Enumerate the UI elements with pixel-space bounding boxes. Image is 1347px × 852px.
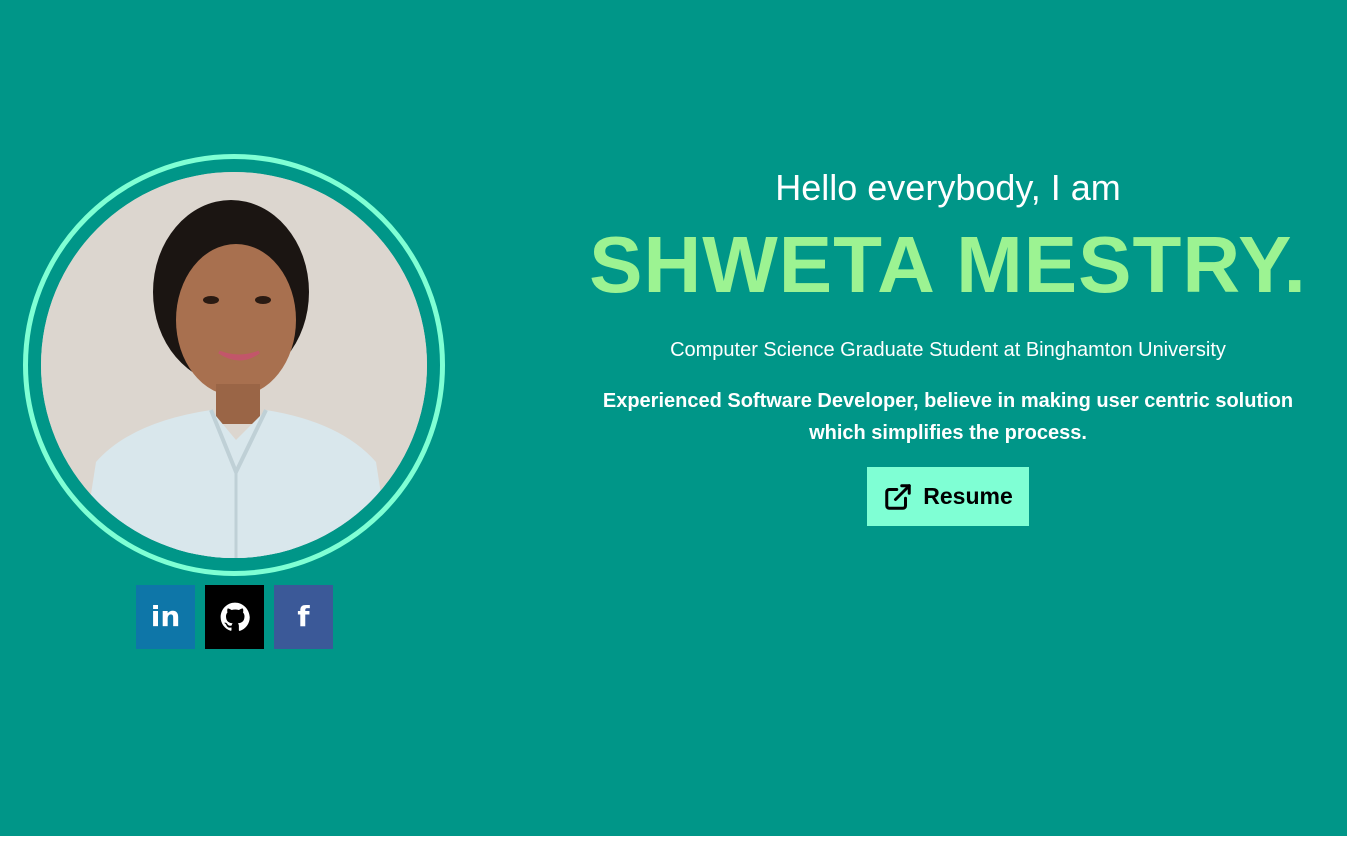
external-link-icon [885, 483, 911, 510]
page-bottom-strip [0, 836, 1347, 852]
linkedin-icon: in [150, 600, 181, 633]
profile-photo [41, 172, 427, 558]
intro-block: Hello everybody, I am SHWETA MESTRY. Com… [548, 165, 1347, 526]
summary-text: Experienced Software Developer, believe … [602, 390, 1294, 444]
tagline-text: Computer Science Graduate Student at Bin… [670, 339, 1226, 361]
name-heading: SHWETA MESTRY. [589, 220, 1307, 309]
github-button[interactable] [205, 585, 264, 649]
facebook-button[interactable]: f [274, 585, 333, 649]
greeting-text: Hello everybody, I am [775, 167, 1121, 208]
linkedin-button[interactable]: in [136, 585, 195, 649]
social-links: in f [136, 585, 333, 649]
resume-label: Resume [923, 483, 1013, 509]
github-icon [220, 602, 250, 631]
hero-section: in f Hello everybody, I am SHWETA MESTRY… [0, 0, 1347, 836]
facebook-icon: f [297, 600, 310, 633]
profile-photo-ring [23, 154, 445, 576]
resume-button[interactable]: Resume [867, 467, 1029, 526]
